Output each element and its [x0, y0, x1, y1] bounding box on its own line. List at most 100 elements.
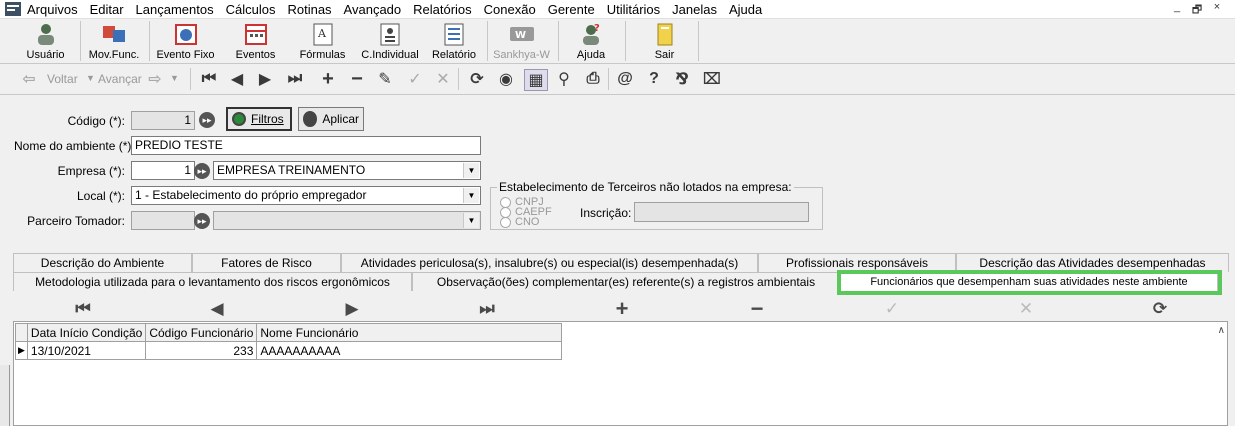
minimize-button[interactable]: _: [1167, 1, 1187, 20]
report-icon: [440, 21, 468, 47]
email-icon[interactable]: @: [614, 69, 636, 89]
grid-confirm-icon[interactable]: ✓: [881, 299, 903, 319]
remove-icon[interactable]: −: [346, 68, 368, 90]
mov-func-button[interactable]: Mov.Func.: [84, 19, 144, 63]
main-toolbar: Usuário Mov.Func. Evento Fixo Eventos A …: [0, 19, 1235, 64]
restore-button[interactable]: 🗗: [1187, 1, 1207, 20]
refresh-icon[interactable]: ⟳: [466, 69, 488, 89]
menu-conexao[interactable]: Conexão: [484, 2, 536, 17]
column-header[interactable]: Data Início Condição: [26, 323, 147, 342]
dropdown-arrow-icon[interactable]: ▼: [86, 73, 95, 83]
grid-refresh-icon[interactable]: ⟳: [1149, 299, 1171, 319]
codigo-lookup-icon[interactable]: ▸▸: [199, 112, 215, 128]
menu-ajuda[interactable]: Ajuda: [729, 2, 762, 17]
grid-next-icon[interactable]: ▶: [341, 299, 363, 319]
chevron-down-icon[interactable]: ▼: [463, 163, 479, 178]
menu-relatorios[interactable]: Relatórios: [413, 2, 472, 17]
terceiros-group-label: Estabelecimento de Terceiros não lotados…: [499, 180, 792, 194]
next-record-icon[interactable]: ▶: [254, 69, 276, 89]
local-select[interactable]: 1 - Estabelecimento do próprio empregado…: [131, 186, 481, 205]
first-record-icon[interactable]: ⏮: [198, 69, 220, 89]
grid-view-icon[interactable]: ▦: [524, 69, 548, 91]
svg-text:?: ?: [594, 23, 600, 34]
grid-remove-icon[interactable]: −: [746, 296, 768, 321]
formulas-button[interactable]: A Fórmulas: [295, 19, 350, 63]
chevron-down-icon[interactable]: ▼: [463, 188, 479, 203]
nome-ambiente-field[interactable]: PREDIO TESTE: [131, 136, 481, 155]
grid-first-icon[interactable]: ⏮: [72, 299, 94, 319]
sair-button[interactable]: Sair: [637, 19, 692, 63]
voltar-button[interactable]: Voltar: [47, 72, 78, 86]
radio-cno[interactable]: CNO: [500, 216, 539, 228]
last-record-icon[interactable]: ⏭: [284, 69, 306, 89]
menu-calculos[interactable]: Cálculos: [226, 2, 276, 17]
menu-arquivos[interactable]: Arquivos: [27, 2, 78, 17]
grid-add-icon[interactable]: +: [611, 296, 633, 321]
spell-check-icon[interactable]: ⅋: [671, 69, 693, 89]
row-indicator-icon: ▶: [15, 341, 28, 360]
print-icon[interactable]: ⎙: [582, 69, 604, 89]
ajuda-button[interactable]: ? Ajuda: [563, 19, 619, 63]
evento-fixo-button[interactable]: Evento Fixo: [153, 19, 218, 63]
column-header[interactable]: Nome Funcionário: [256, 323, 563, 342]
cell-nome[interactable]: AAAAAAAAAA: [256, 341, 563, 360]
menu-rotinas[interactable]: Rotinas: [287, 2, 331, 17]
user-icon: [32, 21, 60, 47]
avancar-button[interactable]: Avançar: [98, 72, 142, 86]
menu-lancamentos[interactable]: Lançamentos: [136, 2, 214, 17]
close-form-icon[interactable]: ⌧: [701, 69, 723, 89]
parceiro-select[interactable]: ▼: [213, 211, 481, 230]
transfer-icon: [100, 21, 128, 47]
exit-icon: [651, 21, 679, 47]
add-icon[interactable]: +: [317, 68, 339, 90]
cancel-icon[interactable]: ✕: [432, 69, 454, 89]
filtros-button[interactable]: Filtros: [226, 107, 292, 131]
menu-editar[interactable]: Editar: [90, 2, 124, 17]
tab-fatores-risco[interactable]: Fatores de Risco: [192, 253, 341, 272]
close-button[interactable]: ×: [1207, 1, 1227, 20]
menu-gerente[interactable]: Gerente: [548, 2, 595, 17]
sankhya-w-button[interactable]: W Sankhya-W: [490, 19, 553, 63]
tab-atividades-periculosas[interactable]: Atividades periculosa(s), insalubre(s) o…: [341, 253, 758, 272]
usuario-button[interactable]: Usuário: [18, 19, 73, 63]
menu-utilitarios[interactable]: Utilitários: [607, 2, 660, 17]
menu-avancado[interactable]: Avançado: [344, 2, 402, 17]
codigo-field[interactable]: 1: [131, 111, 195, 130]
previous-record-icon[interactable]: ◀: [226, 69, 248, 89]
aplicar-button[interactable]: Aplicar: [298, 107, 364, 131]
scroll-up-icon[interactable]: ∧: [1218, 325, 1225, 336]
grid-cancel-icon[interactable]: ✕: [1015, 299, 1037, 319]
empresa-select[interactable]: EMPRESA TREINAMENTO ▼: [213, 161, 481, 180]
c-individual-button[interactable]: C.Individual: [359, 19, 421, 63]
dropdown-arrow-icon[interactable]: ▼: [170, 73, 179, 83]
tab-observacoes[interactable]: Observação(ões) complementar(es) referen…: [412, 272, 840, 291]
tab-descricao-ambiente[interactable]: Descrição do Ambiente: [13, 253, 192, 272]
cell-data-inicio[interactable]: 13/10/2021: [26, 341, 147, 360]
help-user-icon: ?: [577, 21, 605, 47]
grid-previous-icon[interactable]: ◀: [206, 299, 228, 319]
side-splitter[interactable]: [0, 365, 10, 426]
table-row[interactable]: ▶ 13/10/2021 233 AAAAAAAAAA: [15, 341, 563, 360]
grid-table: Data Início Condição Código Funcionário …: [15, 323, 563, 360]
edit-icon[interactable]: ✎: [374, 69, 396, 89]
help-icon[interactable]: ?: [643, 69, 665, 89]
grid-toolbar: ⏮ ◀ ▶ ⏭ + − ✓ ✕ ⟳: [13, 296, 1228, 321]
id-card-icon: [376, 21, 404, 47]
empresa-code-field[interactable]: 1: [131, 161, 195, 180]
parceiro-code-field[interactable]: [131, 211, 195, 230]
empresa-lookup-icon[interactable]: ▸▸: [194, 163, 210, 179]
lookup-icon[interactable]: ◉: [495, 69, 517, 89]
chevron-down-icon[interactable]: ▼: [463, 213, 479, 228]
relatorio-button[interactable]: Relatório: [428, 19, 480, 63]
inscricao-field[interactable]: [634, 202, 809, 222]
eventos-button[interactable]: Eventos: [228, 19, 283, 63]
tab-metodologia[interactable]: Metodologia utilizada para o levantament…: [13, 272, 412, 291]
cell-codigo[interactable]: 233: [145, 341, 258, 360]
app-menu-icon[interactable]: [5, 2, 21, 16]
confirm-icon[interactable]: ✓: [404, 69, 426, 89]
search-icon[interactable]: ⚲: [553, 69, 575, 89]
column-header[interactable]: Código Funcionário: [145, 323, 258, 342]
grid-last-icon[interactable]: ⏭: [476, 299, 498, 319]
menu-janelas[interactable]: Janelas: [672, 2, 717, 17]
parceiro-lookup-icon[interactable]: ▸▸: [194, 213, 210, 229]
